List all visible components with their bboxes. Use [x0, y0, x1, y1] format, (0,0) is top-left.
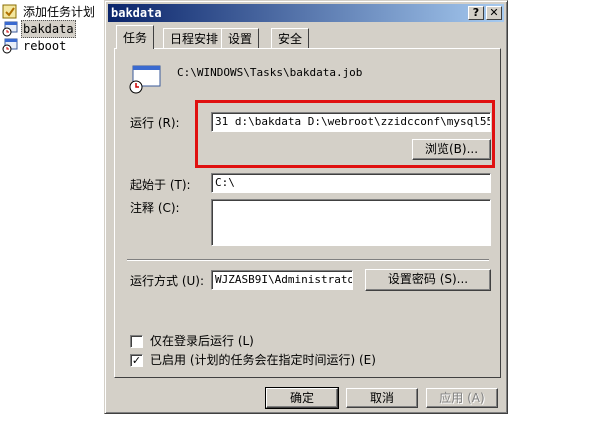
task-properties-dialog: bakdata ? ✕ 任务 日程安排 设置 安全 C:\WINDOWS\Tas… [104, 0, 508, 414]
run-label: 运行 (R): [130, 116, 180, 130]
run-as-input[interactable]: WJZASB9I\Administrator [211, 270, 353, 290]
separator [127, 259, 489, 261]
enabled-label: 已启用 (计划的任务会在指定时间运行) (E) [150, 353, 376, 367]
scheduled-tasks-list: 添加任务计划 bakdata reboot [0, 0, 104, 445]
run-as-label: 运行方式 (U): [130, 274, 205, 288]
task-file-icon [129, 65, 161, 94]
help-button[interactable]: ? [468, 6, 484, 20]
list-item-label: 添加任务计划 [23, 5, 96, 19]
comments-label: 注释 (C): [130, 201, 180, 215]
only-logged-on-checkbox[interactable] [130, 335, 143, 348]
start-in-input[interactable]: C:\ [211, 173, 491, 193]
task-file-path: C:\WINDOWS\Tasks\bakdata.job [177, 66, 363, 79]
window-title: bakdata [111, 6, 162, 20]
start-in-label: 起始于 (T): [130, 178, 191, 192]
list-item-label: reboot [23, 39, 67, 53]
tab-security[interactable]: 安全 [271, 28, 310, 48]
scheduled-task-icon [2, 21, 18, 37]
list-item-add-task[interactable]: 添加任务计划 [2, 4, 97, 20]
comments-textarea[interactable] [211, 199, 491, 246]
scheduled-task-icon [2, 38, 18, 54]
list-item-bakdata[interactable]: bakdata [2, 20, 76, 38]
close-button[interactable]: ✕ [486, 6, 502, 20]
enabled-checkbox[interactable]: ✓ [130, 354, 143, 367]
run-command-input[interactable]: 31 d:\bakdata D:\webroot\zzidcconf\mysql… [211, 112, 491, 132]
add-task-wizard-icon [2, 4, 17, 19]
task-tab-panel: C:\WINDOWS\Tasks\bakdata.job 运行 (R): 31 … [114, 48, 501, 378]
set-password-button[interactable]: 设置密码 (S)... [365, 269, 491, 291]
list-item-reboot[interactable]: reboot [2, 38, 68, 54]
tab-settings[interactable]: 设置 [221, 28, 260, 48]
tab-schedule[interactable]: 日程安排 [163, 28, 226, 48]
apply-button[interactable]: 应用 (A) [426, 388, 498, 408]
list-item-label: bakdata [21, 20, 76, 38]
only-logged-on-label: 仅在登录后运行 (L) [150, 334, 254, 348]
ok-button[interactable]: 确定 [265, 387, 339, 409]
title-bar[interactable]: bakdata ? ✕ [108, 4, 504, 22]
cancel-button[interactable]: 取消 [346, 388, 418, 408]
tab-task[interactable]: 任务 [116, 25, 155, 49]
browse-button[interactable]: 浏览(B)... [412, 139, 491, 160]
